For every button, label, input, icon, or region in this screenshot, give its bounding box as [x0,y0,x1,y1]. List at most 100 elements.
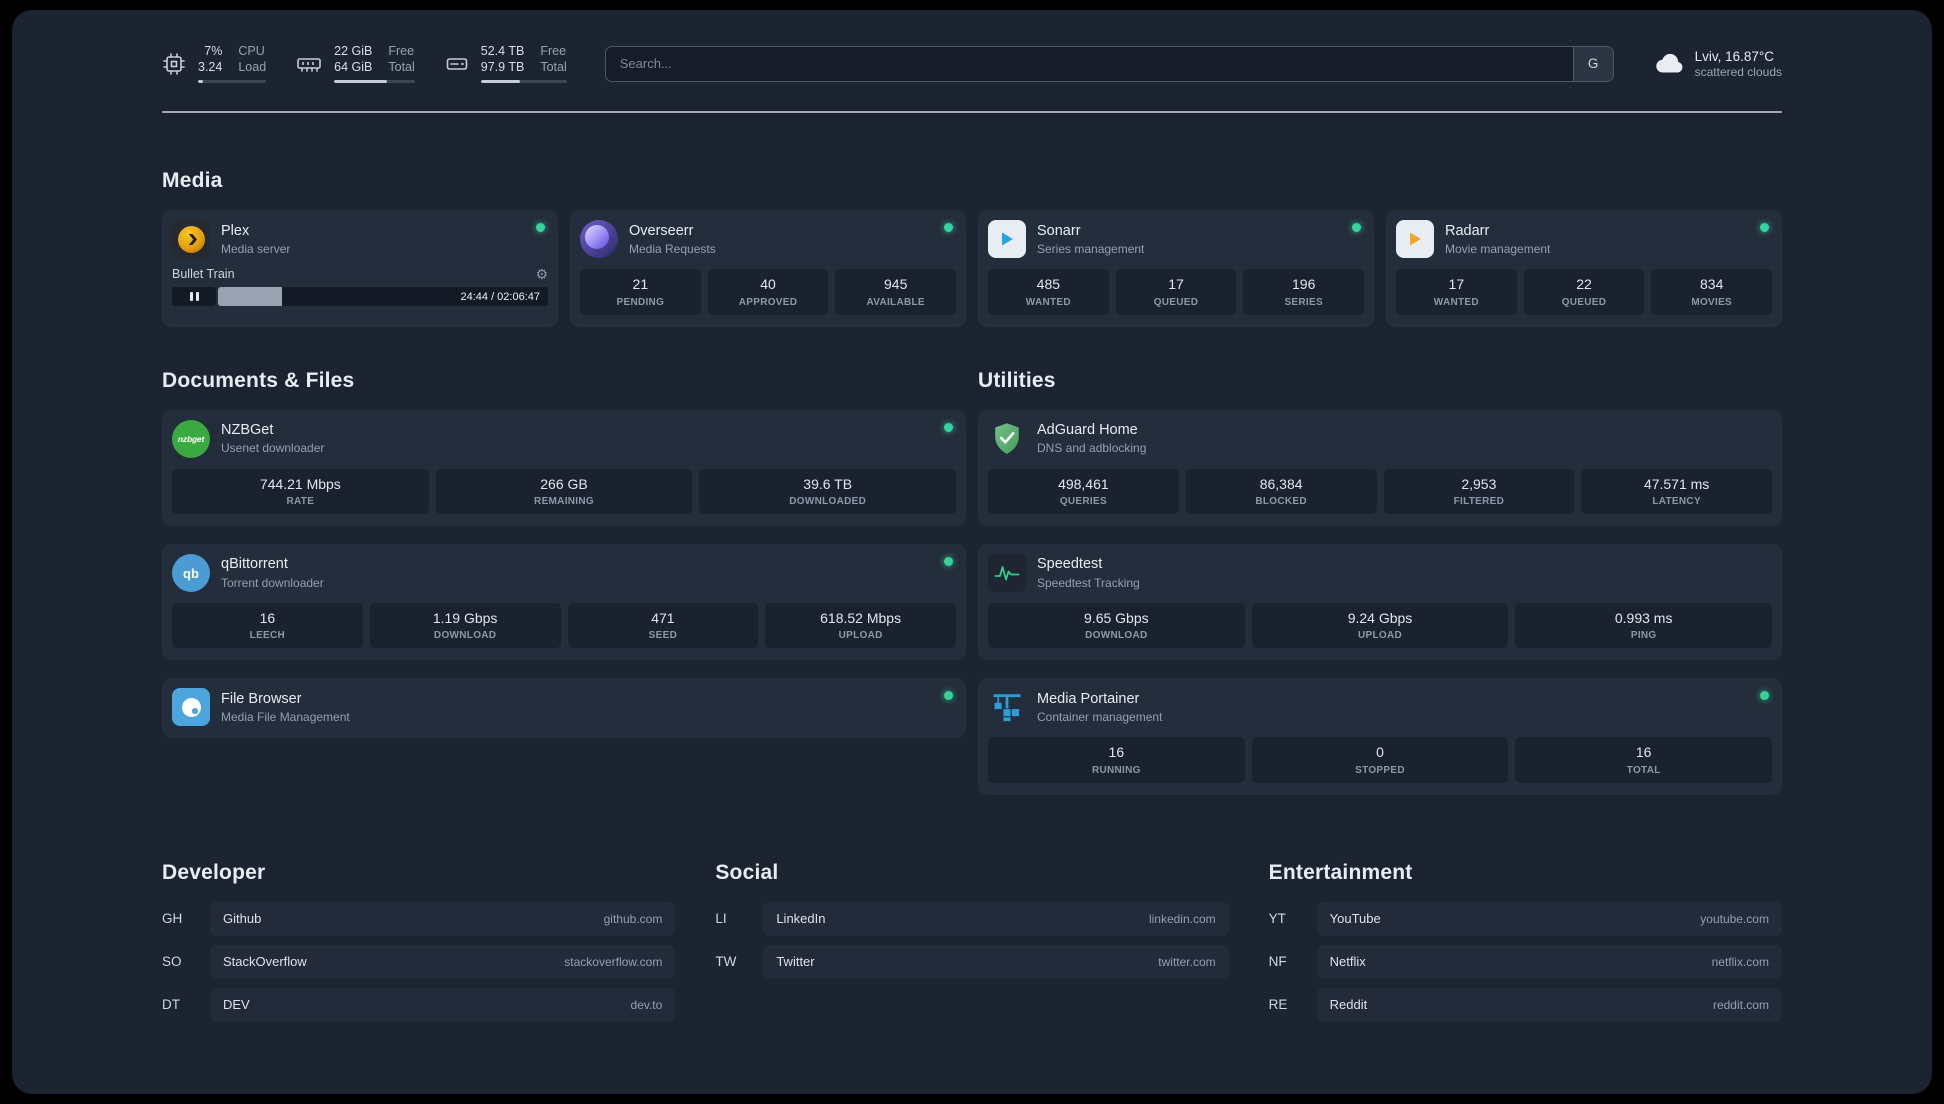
stat-tile: 16 LEECH [172,603,363,649]
weather-widget[interactable]: Lviv, 16.87°C scattered clouds [1652,48,1782,80]
bookmark-link-reddit[interactable]: Reddit reddit.com [1316,987,1782,1022]
gear-icon[interactable]: ⚙ [535,267,548,281]
disk-total-value: 97.9 TB [480,59,525,74]
service-card-nzbget[interactable]: nzbget NZBGet Usenet downloader 744.21 M… [162,409,966,527]
status-dot [944,557,953,567]
stat-tile: 47.571 ms LATENCY [1581,468,1772,515]
service-name: Overseerr [629,222,694,239]
bookmark-link-github[interactable]: Github github.com [210,901,676,936]
service-card-sonarr[interactable]: Sonarr Series management 485 WANTED 17 Q… [978,210,1374,327]
bookmark-link-netflix[interactable]: Netflix netflix.com [1316,944,1782,979]
service-card-speedtest[interactable]: Speedtest Speedtest Tracking 9.65 Gbps D… [978,544,1782,661]
bookmark-row: DT DEV dev.to [162,987,676,1022]
stat-tile: 266 GB REMAINING [435,468,693,515]
service-desc: Container management [1037,710,1163,725]
qbittorrent-icon: qb [172,554,210,593]
stat-tile: 17 QUEUED [1115,269,1237,315]
stat-tile: 196 SERIES [1243,269,1365,315]
bookmark-row: LI LinkedIn linkedin.com [715,901,1229,936]
service-desc: Media server [221,241,291,256]
service-card-adguard[interactable]: AdGuard Home DNS and adblocking 498,461 … [978,409,1782,527]
search-box: G [604,45,1614,82]
bookmark-abbr: LI [715,911,727,927]
service-desc: Media File Management [221,710,350,725]
bookmark-link-youtube[interactable]: YouTube youtube.com [1316,901,1782,936]
bookmark-link-twitter[interactable]: Twitter twitter.com [763,944,1229,979]
stat-tile: 40 APPROVED [707,269,829,315]
disk-usage-fill [480,80,521,84]
service-card-radarr[interactable]: Radarr Movie management 17 WANTED 22 QUE… [1386,210,1782,327]
section-title-documents: Documents & Files [162,368,355,392]
stat-tile: 2,953 FILTERED [1383,468,1575,515]
bookmark-link-linkedin[interactable]: LinkedIn linkedin.com [763,901,1229,936]
memory-free-label: Free [388,44,415,58]
disk-free-value: 52.4 TB [480,44,525,58]
speedtest-icon [988,554,1026,593]
service-card-filebrowser[interactable]: File Browser Media File Management [162,678,966,739]
bookmark-abbr: SO [162,954,182,970]
stat-tile: 39.6 TB DOWNLOADED [699,468,957,515]
stat-tile: 485 WANTED [988,269,1109,315]
service-card-plex[interactable]: Plex Media server Bullet Train ⚙ 24:44 /… [162,210,558,327]
service-card-qbittorrent[interactable]: qb qBittorrent Torrent downloader 16 LEE… [162,544,966,661]
search-provider-button[interactable]: G [1572,46,1613,81]
stat-tile: 9.65 Gbps DOWNLOAD [988,603,1245,649]
bookmark-row: SO StackOverflow stackoverflow.com [162,944,676,979]
disk-usage-bar [480,80,567,84]
topbar: 7% 3.24 CPU Load 22 GiB 64 GiB Free Tota… [162,10,1782,84]
service-desc: Usenet downloader [221,441,325,456]
service-card-overseerr[interactable]: Overseerr Media Requests 21 PENDING 40 A… [570,210,966,327]
service-name: Plex [221,222,250,239]
stat-tile: 22 QUEUED [1523,269,1645,315]
memory-usage-bar [334,80,415,84]
bookmark-abbr: TW [715,954,737,970]
bookmark-abbr: RE [1268,997,1288,1013]
weather-condition: scattered clouds [1694,65,1782,80]
screen-frame: 7% 3.24 CPU Load 22 GiB 64 GiB Free Tota… [0,0,1944,1104]
nzbget-icon: nzbget [172,419,210,458]
bookmark-row: NF Netflix netflix.com [1268,944,1782,979]
pause-button[interactable] [172,287,216,307]
playback-progress-fill [218,287,283,307]
bookmark-link-dev[interactable]: DEV dev.to [210,987,676,1022]
section-title-entertainment: Entertainment [1268,860,1413,884]
memory-usage-fill [334,80,388,84]
disk-free-label: Free [540,44,567,58]
bookmark-link-stackoverflow[interactable]: StackOverflow stackoverflow.com [210,944,676,979]
bookmark-row: RE Reddit reddit.com [1268,987,1782,1022]
stat-tile: 0.993 ms PING [1515,603,1773,649]
bookmark-abbr: DT [162,997,180,1013]
cpu-chip-icon [163,52,185,75]
stat-tile: 17 WANTED [1396,269,1517,315]
search-input[interactable] [605,46,1573,81]
service-name: Media Portainer [1037,690,1140,707]
plex-icon [172,220,210,259]
bookmark-abbr: NF [1268,954,1287,970]
cpu-usage-bar [198,80,267,84]
memory-total-value: 64 GiB [334,59,373,74]
utilities-section: Utilities AdGuard Home DNS and adblockin… [978,369,1782,795]
memory-free-value: 22 GiB [334,44,373,58]
stat-tile: 86,384 BLOCKED [1185,468,1377,515]
stat-tile: 945 AVAILABLE [835,269,957,315]
sonarr-icon [988,220,1026,259]
service-name: qBittorrent [221,556,288,573]
bookmark-abbr: GH [162,911,183,927]
service-card-portainer[interactable]: Media Portainer Container management 16 … [978,678,1782,795]
stat-tile: 498,461 QUERIES [988,468,1179,515]
cpu-usage-fill [198,80,203,84]
service-name: File Browser [221,690,302,707]
bookmarks-social: Social LI LinkedIn linkedin.com TW Twitt… [715,861,1229,988]
stat-tile: 834 MOVIES [1651,269,1773,315]
topbar-divider [162,111,1782,114]
documents-section: Documents & Files nzbget NZBGet Usenet d… [162,369,966,739]
media-section: Media Plex Media server Bullet Train ⚙ 2… [162,169,1782,327]
stat-tile: 16 RUNNING [988,737,1245,783]
service-name: NZBGet [221,421,274,438]
service-desc: Speedtest Tracking [1037,575,1140,590]
playback-progress-bar[interactable]: 24:44 / 02:06:47 [218,287,548,307]
stat-tile: 1.19 Gbps DOWNLOAD [369,603,561,649]
status-dot [944,422,953,432]
bookmark-abbr: YT [1268,911,1286,927]
stat-tile: 471 SEED [567,603,759,649]
